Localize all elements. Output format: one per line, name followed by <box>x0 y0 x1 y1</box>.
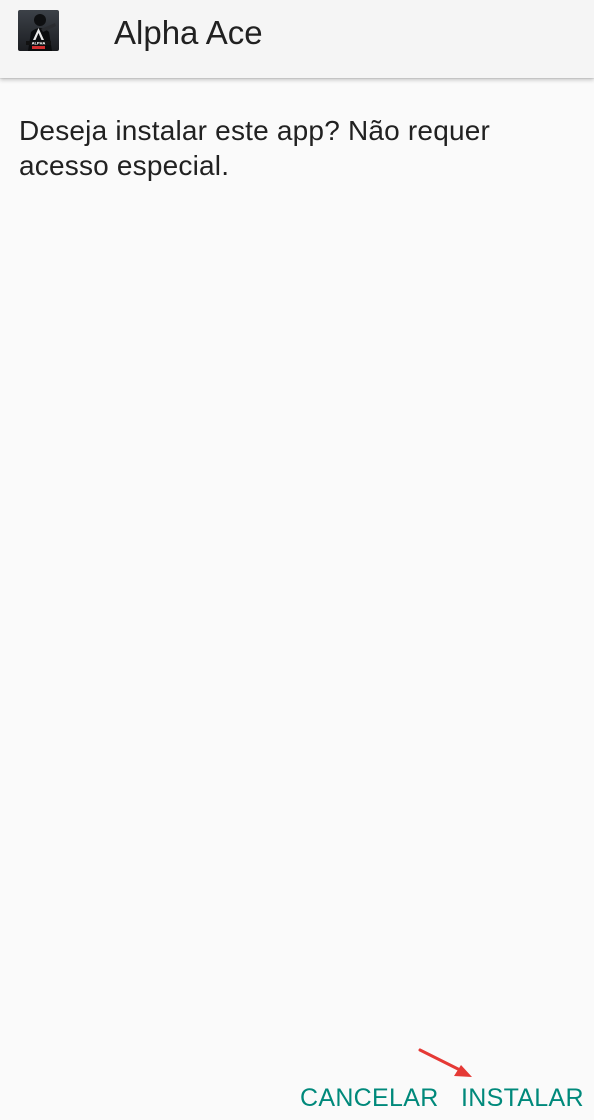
alpha-ace-app-icon: ALPHA <box>18 10 59 51</box>
install-button[interactable]: INSTALAR <box>461 1079 584 1117</box>
app-icon-label: ALPHA <box>32 41 46 45</box>
cancel-button[interactable]: CANCELAR <box>300 1079 439 1117</box>
red-arrow-icon <box>418 1048 472 1077</box>
install-message: Deseja instalar este app? Não requer ace… <box>19 115 491 181</box>
app-bar: ALPHA Alpha Ace <box>0 0 594 78</box>
install-dialog-content: Deseja instalar este app? Não requer ace… <box>0 78 594 1120</box>
app-title: Alpha Ace <box>114 14 263 51</box>
